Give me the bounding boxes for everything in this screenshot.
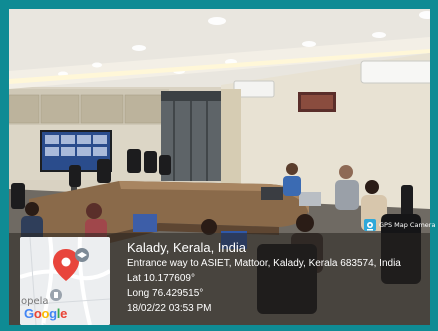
google-letter: e	[60, 306, 68, 321]
gps-camera-icon	[364, 219, 376, 231]
graduation-place-icon	[75, 248, 89, 262]
gps-camera-watermark: GPS Map Camera	[364, 218, 436, 232]
location-info: Kalady, Kerala, India Entrance way to AS…	[127, 240, 432, 316]
google-letter: G	[24, 306, 34, 321]
google-letter: o	[41, 306, 50, 321]
google-logo: Google	[24, 306, 67, 321]
location-title: Kalady, Kerala, India	[127, 240, 246, 255]
latitude-line: Lat 10.177609°	[127, 273, 195, 284]
watermark-label: GPS Map Camera	[379, 221, 436, 229]
poi-marker-icon	[50, 289, 62, 301]
google-letter: g	[49, 306, 57, 321]
datetime-line: 18/02/22 03:53 PM	[127, 303, 212, 314]
longitude-line: Long 76.429515°	[127, 288, 204, 299]
map-thumbnail: opela Google	[20, 237, 110, 325]
address-line: Entrance way to ASIET, Mattoor, Kalady, …	[127, 258, 401, 269]
